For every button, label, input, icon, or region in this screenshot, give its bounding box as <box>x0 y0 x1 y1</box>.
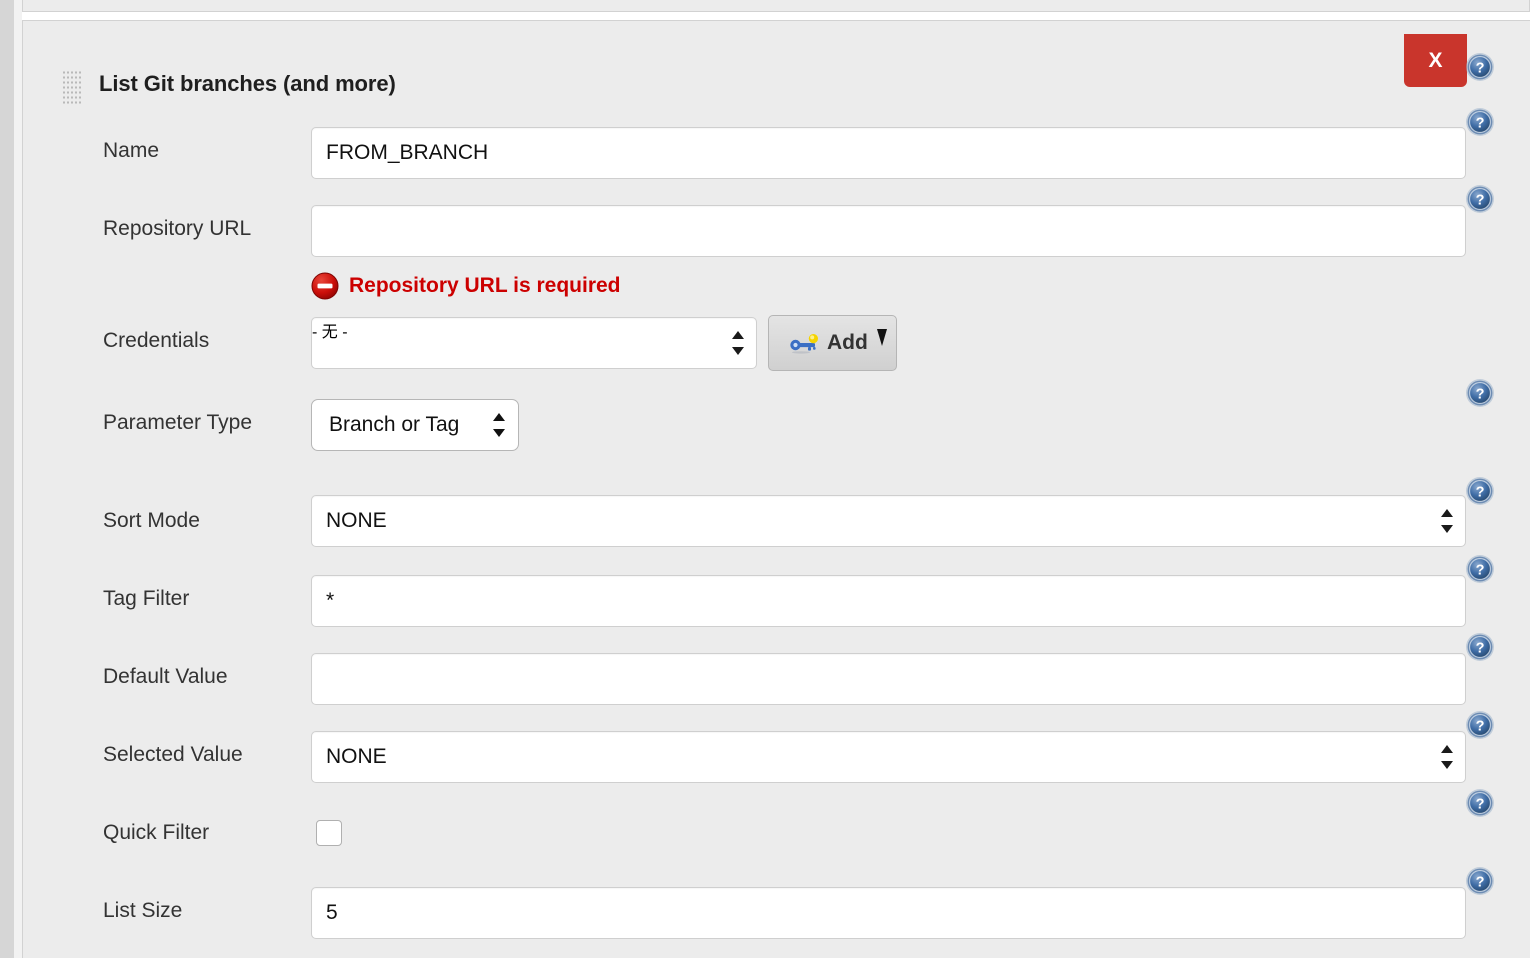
credentials-select[interactable]: - 无 - <box>311 317 757 369</box>
label-list-size: List Size <box>103 899 182 923</box>
label-quick-filter: Quick Filter <box>103 821 209 845</box>
add-credentials-button[interactable]: Add <box>768 315 897 371</box>
screen-root: List Git branches (and more) X Name Repo… <box>0 0 1530 958</box>
help-question-icon-quick-filter[interactable] <box>1465 788 1495 818</box>
label-repository-url: Repository URL <box>103 217 251 241</box>
label-parameter-type: Parameter Type <box>103 411 252 435</box>
label-sort-mode: Sort Mode <box>103 509 200 533</box>
label-default-value: Default Value <box>103 665 228 689</box>
chevron-updown-icon <box>493 412 505 438</box>
quick-filter-checkbox[interactable] <box>316 820 342 846</box>
help-question-icon-title[interactable] <box>1465 52 1495 82</box>
repository-url-error: Repository URL is required <box>311 271 621 301</box>
selected-value-selected-value: NONE <box>326 732 387 782</box>
page-left-gutter-inner <box>14 0 22 958</box>
label-selected-value: Selected Value <box>103 743 243 767</box>
chevron-updown-icon <box>732 330 744 356</box>
page-left-gutter <box>0 0 14 958</box>
parameter-config-panel: List Git branches (and more) X Name Repo… <box>22 20 1530 958</box>
label-credentials: Credentials <box>103 329 209 353</box>
chevron-updown-icon <box>1441 508 1453 534</box>
tag-filter-input[interactable] <box>311 575 1466 627</box>
chevron-updown-icon <box>1441 744 1453 770</box>
repository-url-input[interactable] <box>311 205 1466 257</box>
parameter-type-selected-value: Branch or Tag <box>329 400 459 450</box>
help-question-icon-name[interactable] <box>1465 107 1495 137</box>
error-stop-icon <box>311 272 339 300</box>
key-icon <box>789 332 819 354</box>
label-name: Name <box>103 139 159 163</box>
help-question-icon-parameter-type[interactable] <box>1465 378 1495 408</box>
parameter-type-select[interactable]: Branch or Tag <box>311 399 519 451</box>
help-question-icon-selected-value[interactable] <box>1465 710 1495 740</box>
help-question-icon-list-size[interactable] <box>1465 866 1495 896</box>
name-input[interactable] <box>311 127 1466 179</box>
help-question-icon-default-value[interactable] <box>1465 632 1495 662</box>
list-size-input[interactable] <box>311 887 1466 939</box>
previous-panel-remnant <box>22 0 1530 12</box>
drag-handle-icon[interactable] <box>61 69 81 105</box>
help-question-icon-tag-filter[interactable] <box>1465 554 1495 584</box>
default-value-input[interactable] <box>311 653 1466 705</box>
close-button[interactable]: X <box>1404 34 1467 87</box>
sort-mode-select[interactable]: NONE <box>311 495 1466 547</box>
sort-mode-selected-value: NONE <box>326 496 387 546</box>
error-message-text: Repository URL is required <box>349 274 621 298</box>
credentials-selected-value: - 无 - <box>312 324 348 341</box>
cursor-caret-icon <box>877 329 887 346</box>
selected-value-select[interactable]: NONE <box>311 731 1466 783</box>
label-tag-filter: Tag Filter <box>103 587 189 611</box>
page-title: List Git branches (and more) <box>99 71 396 97</box>
help-question-icon-repository-url[interactable] <box>1465 184 1495 214</box>
add-button-label: Add <box>827 316 868 370</box>
help-question-icon-sort-mode[interactable] <box>1465 476 1495 506</box>
